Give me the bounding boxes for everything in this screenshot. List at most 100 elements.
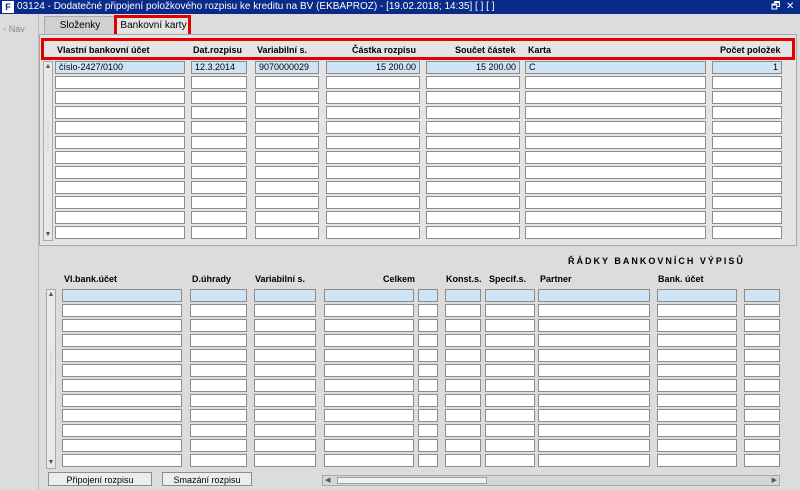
upper-cell[interactable] — [525, 181, 706, 194]
upper-cell[interactable] — [525, 136, 706, 149]
lower-cell[interactable] — [324, 424, 414, 437]
lower-cell[interactable] — [418, 439, 438, 452]
upper-cell[interactable] — [712, 196, 782, 209]
lower-cell[interactable] — [445, 364, 481, 377]
upper-cell[interactable] — [191, 166, 247, 179]
lower-cell[interactable] — [418, 394, 438, 407]
lower-cell[interactable] — [190, 364, 247, 377]
upper-cell[interactable] — [326, 166, 420, 179]
lower-cell[interactable] — [538, 439, 650, 452]
lower-cell[interactable] — [62, 409, 182, 422]
lower-cell[interactable] — [254, 424, 316, 437]
upper-cell[interactable] — [712, 226, 782, 239]
lower-cell[interactable] — [324, 364, 414, 377]
lower-cell[interactable] — [62, 454, 182, 467]
lower-cell[interactable] — [744, 379, 780, 392]
upper-cell[interactable] — [255, 106, 319, 119]
upper-cell[interactable] — [255, 211, 319, 224]
upper-cell[interactable] — [191, 181, 247, 194]
upper-cell[interactable] — [326, 121, 420, 134]
lower-cell[interactable] — [445, 349, 481, 362]
upper-cell[interactable] — [426, 91, 520, 104]
restore-icon[interactable]: 🗗 — [771, 0, 780, 14]
upper-cell[interactable] — [55, 181, 185, 194]
lower-cell[interactable] — [254, 304, 316, 317]
upper-cell[interactable] — [255, 136, 319, 149]
lower-cell[interactable] — [418, 319, 438, 332]
lower-cell[interactable] — [190, 289, 247, 302]
upper-cell[interactable] — [712, 211, 782, 224]
attach-breakdown-button[interactable]: Připojení rozpisu — [48, 472, 152, 486]
lower-cell[interactable] — [445, 334, 481, 347]
lower-cell[interactable] — [485, 409, 535, 422]
upper-cell[interactable] — [255, 196, 319, 209]
upper-cell[interactable] — [426, 196, 520, 209]
lower-cell[interactable] — [538, 349, 650, 362]
upper-cell[interactable] — [55, 76, 185, 89]
lower-cell[interactable] — [485, 439, 535, 452]
lower-cell[interactable] — [744, 424, 780, 437]
lower-cell[interactable] — [190, 409, 247, 422]
lower-cell[interactable] — [744, 409, 780, 422]
lower-cell[interactable] — [657, 454, 737, 467]
lower-vertical-scrollbar[interactable]: ▲ ⋮ ⋮ ⋮ ⋮ ⋮ ▼ — [46, 289, 56, 469]
lower-cell[interactable] — [62, 319, 182, 332]
lower-cell[interactable] — [324, 379, 414, 392]
upper-cell[interactable] — [712, 151, 782, 164]
lower-cell[interactable] — [190, 319, 247, 332]
lower-cell[interactable] — [657, 364, 737, 377]
lower-cell[interactable] — [657, 349, 737, 362]
lower-cell[interactable] — [418, 379, 438, 392]
upper-cell[interactable] — [55, 226, 185, 239]
lower-cell[interactable] — [254, 364, 316, 377]
lower-cell[interactable] — [445, 319, 481, 332]
upper-cell[interactable] — [525, 76, 706, 89]
lower-cell[interactable] — [538, 364, 650, 377]
lower-cell[interactable] — [254, 379, 316, 392]
lower-cell[interactable] — [445, 409, 481, 422]
lower-cell[interactable] — [324, 394, 414, 407]
lower-cell[interactable] — [445, 439, 481, 452]
lower-cell[interactable] — [445, 289, 481, 302]
upper-cell[interactable] — [255, 91, 319, 104]
lower-cell[interactable] — [538, 304, 650, 317]
lower-cell[interactable] — [744, 319, 780, 332]
upper-cell[interactable] — [55, 151, 185, 164]
upper-cell[interactable] — [712, 121, 782, 134]
tab-slozenky[interactable]: Složenky — [44, 16, 116, 35]
scroll-up-icon[interactable]: ▲ — [44, 62, 52, 72]
lower-cell[interactable] — [190, 349, 247, 362]
upper-cell[interactable] — [712, 136, 782, 149]
upper-cell[interactable] — [255, 76, 319, 89]
lower-cell[interactable] — [254, 289, 316, 302]
lower-scroll-up-icon[interactable]: ▲ — [47, 290, 55, 300]
close-icon[interactable]: ✕ — [786, 0, 794, 14]
lower-cell[interactable] — [62, 394, 182, 407]
upper-cell[interactable] — [525, 211, 706, 224]
upper-cell[interactable] — [426, 166, 520, 179]
upper-cell[interactable] — [426, 76, 520, 89]
lower-cell[interactable] — [485, 349, 535, 362]
lower-cell[interactable] — [485, 394, 535, 407]
lower-cell[interactable] — [62, 334, 182, 347]
lower-cell[interactable] — [62, 379, 182, 392]
lower-cell[interactable] — [657, 424, 737, 437]
lower-cell[interactable] — [324, 349, 414, 362]
upper-cell[interactable] — [255, 181, 319, 194]
lower-cell[interactable] — [418, 454, 438, 467]
upper-cell[interactable] — [525, 166, 706, 179]
lower-cell[interactable] — [485, 454, 535, 467]
upper-cell[interactable] — [191, 196, 247, 209]
lower-cell[interactable] — [657, 439, 737, 452]
lower-cell[interactable] — [324, 319, 414, 332]
upper-cell[interactable] — [326, 91, 420, 104]
lower-cell[interactable] — [485, 379, 535, 392]
upper-cell[interactable] — [191, 91, 247, 104]
lower-cell[interactable] — [62, 364, 182, 377]
lower-cell[interactable] — [62, 349, 182, 362]
lower-cell[interactable] — [254, 454, 316, 467]
lower-cell[interactable] — [538, 424, 650, 437]
lower-cell[interactable] — [538, 334, 650, 347]
lower-cell[interactable] — [418, 364, 438, 377]
upper-cell[interactable]: C — [525, 61, 706, 74]
